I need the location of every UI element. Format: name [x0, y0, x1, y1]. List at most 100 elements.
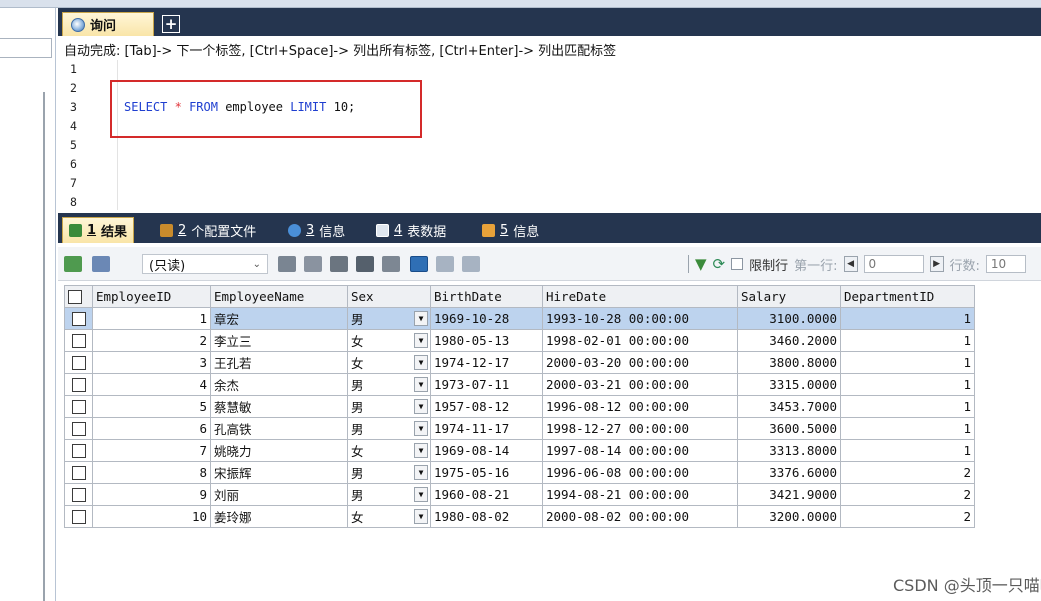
- object-filter-input[interactable]: [0, 38, 52, 58]
- cell-birth-date[interactable]: 1969-10-28: [430, 307, 543, 330]
- cell-hire-date[interactable]: 2000-03-20 00:00:00: [542, 351, 738, 374]
- cell-hire-date[interactable]: 1994-08-21 00:00:00: [542, 483, 738, 506]
- row-selector[interactable]: [64, 461, 93, 484]
- cell-salary[interactable]: 3453.7000: [737, 395, 841, 418]
- cell-employee-name[interactable]: 李立三: [210, 329, 348, 352]
- row-selector[interactable]: [64, 395, 93, 418]
- sql-editor[interactable]: 1 2 3 4 5 6 7 8 SELECT * FROM employee L…: [58, 60, 1041, 210]
- cell-employee-id[interactable]: 1: [92, 307, 211, 330]
- row-checkbox[interactable]: [71, 312, 86, 327]
- cell-employee-id[interactable]: 8: [92, 461, 211, 484]
- row-checkbox[interactable]: [71, 444, 86, 459]
- cell-salary[interactable]: 3100.0000: [737, 307, 841, 330]
- cell-salary[interactable]: 3315.0000: [737, 373, 841, 396]
- row-checkbox[interactable]: [71, 488, 86, 503]
- row-checkbox[interactable]: [71, 466, 86, 481]
- text-view-icon[interactable]: [462, 256, 480, 272]
- dropdown-arrow-icon[interactable]: ▼: [414, 333, 428, 348]
- cell-birth-date[interactable]: 1969-08-14: [430, 439, 543, 462]
- cell-salary[interactable]: 3313.8000: [737, 439, 841, 462]
- column-header[interactable]: Salary: [737, 285, 841, 308]
- result-mode-icon[interactable]: [92, 256, 110, 272]
- cell-salary[interactable]: 3600.5000: [737, 417, 841, 440]
- cell-sex[interactable]: 男 ▼: [347, 461, 431, 484]
- cell-hire-date[interactable]: 1996-08-12 00:00:00: [542, 395, 738, 418]
- cell-employee-name[interactable]: 宋振辉: [210, 461, 348, 484]
- cell-hire-date[interactable]: 1997-08-14 00:00:00: [542, 439, 738, 462]
- cell-sex[interactable]: 男 ▼: [347, 417, 431, 440]
- cell-employee-id[interactable]: 5: [92, 395, 211, 418]
- cell-sex[interactable]: 男 ▼: [347, 395, 431, 418]
- save-icon[interactable]: [330, 256, 348, 272]
- cell-birth-date[interactable]: 1980-08-02: [430, 505, 543, 528]
- cell-employee-name[interactable]: 刘丽: [210, 483, 348, 506]
- row-checkbox[interactable]: [71, 356, 86, 371]
- prev-page-icon[interactable]: ◀: [843, 256, 858, 272]
- cell-employee-name[interactable]: 余杰: [210, 373, 348, 396]
- table-row[interactable]: 7 姚晓力 女 ▼ 1969-08-14 1997-08-14 00:00:00 …: [64, 439, 975, 462]
- cell-sex[interactable]: 男 ▼: [347, 483, 431, 506]
- row-checkbox[interactable]: [71, 378, 86, 393]
- cell-department-id[interactable]: 1: [840, 417, 975, 440]
- cell-birth-date[interactable]: 1960-08-21: [430, 483, 543, 506]
- cell-employee-name[interactable]: 姚晓力: [210, 439, 348, 462]
- cell-department-id[interactable]: 1: [840, 307, 975, 330]
- cell-hire-date[interactable]: 1996-06-08 00:00:00: [542, 461, 738, 484]
- cell-birth-date[interactable]: 1974-11-17: [430, 417, 543, 440]
- delete-icon[interactable]: [356, 256, 374, 272]
- column-header[interactable]: Sex: [347, 285, 431, 308]
- limit-rows-checkbox[interactable]: [731, 258, 744, 270]
- cell-employee-name[interactable]: 蔡慧敏: [210, 395, 348, 418]
- readonly-select[interactable]: (只读) ⌄: [142, 254, 268, 274]
- rows-input[interactable]: 10: [985, 255, 1026, 273]
- cancel-changes-icon[interactable]: [382, 256, 400, 272]
- table-row[interactable]: 9 刘丽 男 ▼ 1960-08-21 1994-08-21 00:00:00 3…: [64, 483, 975, 506]
- cell-birth-date[interactable]: 1973-07-11: [430, 373, 543, 396]
- cell-employee-id[interactable]: 10: [92, 505, 211, 528]
- cell-hire-date[interactable]: 2000-08-02 00:00:00: [542, 505, 738, 528]
- cell-sex[interactable]: 男 ▼: [347, 307, 431, 330]
- tab-results[interactable]: 1 结果: [62, 217, 135, 243]
- row-selector[interactable]: [64, 505, 93, 528]
- column-header[interactable]: EmployeeName: [210, 285, 348, 308]
- cell-department-id[interactable]: 1: [840, 439, 975, 462]
- dropdown-arrow-icon[interactable]: ▼: [414, 399, 428, 414]
- cell-employee-name[interactable]: 姜玲娜: [210, 505, 348, 528]
- cell-employee-id[interactable]: 4: [92, 373, 211, 396]
- cell-hire-date[interactable]: 1993-10-28 00:00:00: [542, 307, 738, 330]
- grid-view-icon[interactable]: [410, 256, 428, 272]
- row-selector[interactable]: [64, 351, 93, 374]
- next-page-icon[interactable]: ▶: [929, 256, 944, 272]
- cell-sex[interactable]: 女 ▼: [347, 329, 431, 352]
- column-header[interactable]: BirthDate: [430, 285, 543, 308]
- row-selector[interactable]: [64, 439, 93, 462]
- cell-employee-name[interactable]: 孔高铁: [210, 417, 348, 440]
- dropdown-arrow-icon[interactable]: ▼: [414, 509, 428, 524]
- dropdown-arrow-icon[interactable]: ▼: [414, 355, 428, 370]
- cell-department-id[interactable]: 1: [840, 395, 975, 418]
- table-row[interactable]: 3 王孔若 女 ▼ 1974-12-17 2000-03-20 00:00:00 …: [64, 351, 975, 374]
- table-row[interactable]: 2 李立三 女 ▼ 1980-05-13 1998-02-01 00:00:00 …: [64, 329, 975, 352]
- duplicate-row-icon[interactable]: [304, 256, 322, 272]
- cell-department-id[interactable]: 2: [840, 505, 975, 528]
- cell-salary[interactable]: 3200.0000: [737, 505, 841, 528]
- cell-employee-id[interactable]: 6: [92, 417, 211, 440]
- cell-employee-id[interactable]: 2: [92, 329, 211, 352]
- cell-salary[interactable]: 3376.6000: [737, 461, 841, 484]
- cell-birth-date[interactable]: 1974-12-17: [430, 351, 543, 374]
- dropdown-arrow-icon[interactable]: ▼: [414, 311, 428, 326]
- dropdown-arrow-icon[interactable]: ▼: [414, 465, 428, 480]
- cell-salary[interactable]: 3460.2000: [737, 329, 841, 352]
- cell-sex[interactable]: 女 ▼: [347, 439, 431, 462]
- cell-salary[interactable]: 3800.8000: [737, 351, 841, 374]
- row-checkbox[interactable]: [71, 400, 86, 415]
- cell-birth-date[interactable]: 1975-05-16: [430, 461, 543, 484]
- refresh-icon[interactable]: ⟳: [713, 255, 726, 273]
- dropdown-arrow-icon[interactable]: ▼: [414, 487, 428, 502]
- row-checkbox[interactable]: [71, 422, 86, 437]
- tab-profile[interactable]: 2 个配置文件: [154, 217, 262, 243]
- cell-salary[interactable]: 3421.9000: [737, 483, 841, 506]
- tab-info[interactable]: 5 信息: [476, 217, 545, 243]
- cell-employee-id[interactable]: 9: [92, 483, 211, 506]
- cell-sex[interactable]: 女 ▼: [347, 351, 431, 374]
